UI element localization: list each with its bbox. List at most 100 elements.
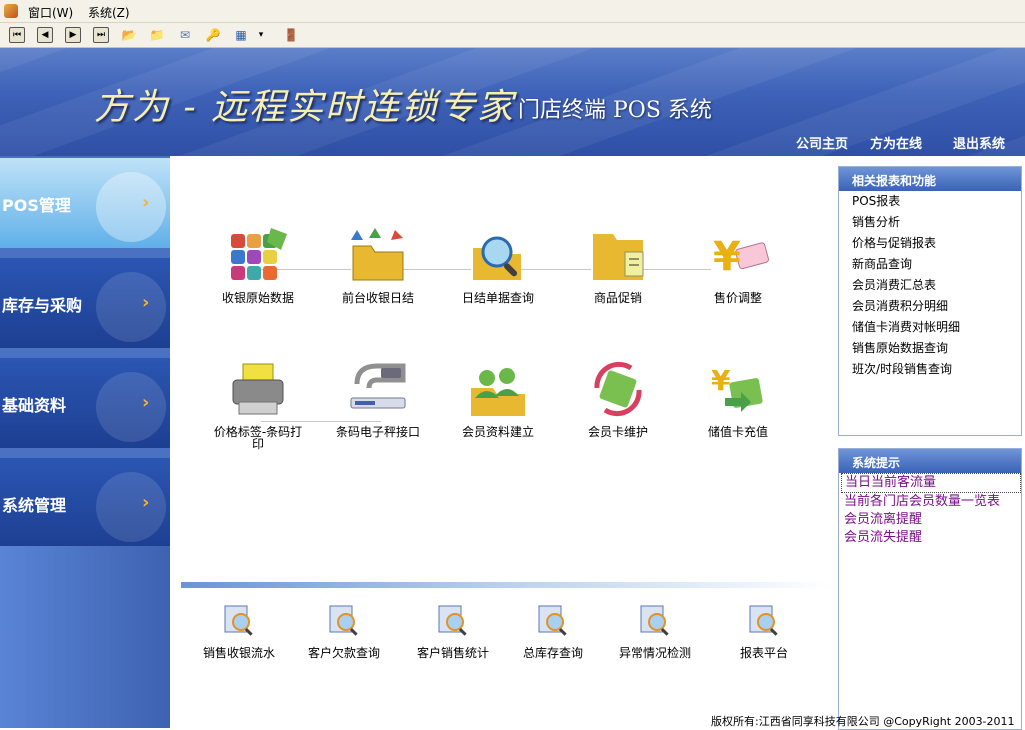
menu-system[interactable]: 系统(Z) bbox=[84, 3, 134, 22]
func-cash-raw-data[interactable]: 收银原始数据 bbox=[213, 224, 303, 304]
related-item[interactable]: 销售原始数据查询 bbox=[839, 338, 1021, 359]
last-record-icon[interactable]: ⏭ bbox=[92, 26, 110, 44]
printer-icon bbox=[227, 358, 289, 420]
func-label: 日结单据查询 bbox=[461, 291, 534, 305]
tip-item[interactable]: 会员流离提醒 bbox=[839, 511, 1021, 529]
chevron-right-icon: › bbox=[142, 192, 150, 213]
related-item[interactable]: 储值卡消费对帐明细 bbox=[839, 317, 1021, 338]
link-fangwei-online[interactable]: 方为在线 bbox=[870, 133, 922, 152]
report-label: 客户销售统计 bbox=[416, 646, 489, 660]
previous-record-icon[interactable]: ◀ bbox=[36, 26, 54, 44]
system-tips-title: 系统提示 bbox=[839, 449, 1021, 473]
brand-slogan: 方为 - 远程实时连锁专家 bbox=[94, 87, 516, 128]
window-layout-icon[interactable]: ▦ bbox=[232, 26, 250, 44]
link-company-home[interactable]: 公司主页 bbox=[796, 133, 848, 152]
exit-door-icon[interactable]: 🚪 bbox=[282, 26, 300, 44]
sidebar-item-label: 库存与采购 bbox=[2, 296, 83, 315]
func-daily-doc-query[interactable]: 日结单据查询 bbox=[453, 224, 543, 304]
related-reports-title: 相关报表和功能 bbox=[839, 167, 1021, 191]
sidebar-lower-panel bbox=[0, 546, 170, 728]
dropdown-arrow-icon[interactable]: ▾ bbox=[252, 26, 270, 44]
tip-item[interactable]: 当日当前客流量 bbox=[841, 473, 1021, 493]
related-item[interactable]: 会员消费积分明细 bbox=[839, 296, 1021, 317]
menu-window[interactable]: 窗口(W) bbox=[24, 3, 77, 22]
func-promotion[interactable]: 商品促销 bbox=[573, 224, 663, 304]
member-group-icon bbox=[467, 358, 529, 420]
sidebar: POS管理 › 库存与采购 › 基础资料 › 系统管理 › bbox=[0, 156, 170, 728]
report-sales-flow[interactable]: 销售收银流水 bbox=[191, 604, 287, 661]
chevron-right-icon: › bbox=[142, 492, 150, 513]
report-exception-check[interactable]: 异常情况检测 bbox=[607, 604, 703, 661]
chevron-right-icon: › bbox=[142, 292, 150, 313]
func-label: 收银原始数据 bbox=[221, 291, 294, 305]
folder-arrows-icon bbox=[347, 224, 409, 286]
sidebar-item-pos[interactable]: POS管理 › bbox=[0, 158, 170, 248]
sidebar-item-label: POS管理 bbox=[2, 196, 71, 215]
app-logo-icon bbox=[4, 4, 18, 18]
first-record-icon[interactable]: ⏮ bbox=[8, 26, 26, 44]
report-customer-debt[interactable]: 客户欠款查询 bbox=[296, 604, 392, 661]
key-icon[interactable]: 🔑 bbox=[204, 26, 222, 44]
sidebar-item-inventory[interactable]: 库存与采购 › bbox=[0, 258, 170, 348]
scale-connector-icon bbox=[347, 358, 409, 420]
report-label: 总库存查询 bbox=[522, 646, 583, 660]
func-member-create[interactable]: 会员资料建立 bbox=[453, 358, 543, 438]
menu-bar: 窗口(W) 系统(Z) bbox=[0, 0, 1025, 23]
right-panel: 相关报表和功能 POS报表 销售分析 价格与促销报表 新商品查询 会员消费汇总表… bbox=[835, 156, 1025, 730]
report-magnifier-icon bbox=[537, 604, 569, 636]
report-platform[interactable]: 报表平台 bbox=[716, 604, 812, 661]
copyright-footer: 版权所有:江西省同享科技有限公司 @CopyRight 2003-2011 bbox=[711, 715, 1015, 728]
related-item[interactable]: POS报表 bbox=[839, 191, 1021, 212]
svg-text:¥: ¥ bbox=[711, 364, 731, 397]
card-recharge-icon: ¥ bbox=[707, 358, 769, 420]
report-customer-sales[interactable]: 客户销售统计 bbox=[405, 604, 501, 661]
report-label: 客户欠款查询 bbox=[307, 646, 380, 660]
func-label: 条码电子秤接口 bbox=[335, 425, 420, 439]
nav-disc bbox=[96, 372, 166, 442]
related-item[interactable]: 班次/时段销售查询 bbox=[839, 359, 1021, 380]
magnifier-icon bbox=[467, 224, 529, 286]
sidebar-item-label: 基础资料 bbox=[2, 396, 67, 415]
report-label: 异常情况检测 bbox=[618, 646, 691, 660]
save-folder-icon[interactable]: 📁 bbox=[148, 26, 166, 44]
report-magnifier-icon bbox=[328, 604, 360, 636]
tip-item[interactable]: 会员流失提醒 bbox=[839, 529, 1021, 547]
sidebar-item-system[interactable]: 系统管理 › bbox=[0, 458, 170, 548]
main-content: 收银原始数据 前台收银日结 日结单据查询 商品促销 ¥ 售价调整 价格标签-条码… bbox=[171, 156, 835, 728]
nav-disc bbox=[96, 272, 166, 342]
open-folder-icon[interactable]: 📂 bbox=[120, 26, 138, 44]
related-item[interactable]: 销售分析 bbox=[839, 212, 1021, 233]
report-label: 销售收银流水 bbox=[202, 646, 275, 660]
related-item[interactable]: 新商品查询 bbox=[839, 254, 1021, 275]
nav-disc bbox=[96, 472, 166, 542]
func-label: 储值卡充值 bbox=[707, 425, 768, 439]
related-reports-box: 相关报表和功能 POS报表 销售分析 价格与促销报表 新商品查询 会员消费汇总表… bbox=[838, 166, 1022, 436]
func-label: 前台收银日结 bbox=[341, 291, 414, 305]
func-price-label-print[interactable]: 价格标签-条码打印 bbox=[213, 358, 303, 450]
folder-documents-icon bbox=[587, 224, 649, 286]
color-grid-icon bbox=[227, 224, 289, 286]
func-barcode-scale[interactable]: 条码电子秤接口 bbox=[333, 358, 423, 438]
related-item[interactable]: 会员消费汇总表 bbox=[839, 275, 1021, 296]
system-tips-box: 系统提示 当日当前客流量 当前各门店会员数量一览表 会员流离提醒 会员流失提醒 bbox=[838, 448, 1022, 730]
func-label: 售价调整 bbox=[713, 291, 762, 305]
link-exit-system[interactable]: 退出系统 bbox=[953, 133, 1005, 152]
header-banner: 方为 - 远程实时连锁专家 门店终端 POS 系统 公司主页 方为在线 退出系统 bbox=[0, 48, 1025, 156]
section-divider bbox=[181, 582, 831, 588]
report-total-inventory[interactable]: 总库存查询 bbox=[505, 604, 601, 661]
func-label: 会员资料建立 bbox=[461, 425, 534, 439]
yen-note-icon: ¥ bbox=[707, 224, 769, 286]
related-item[interactable]: 价格与促销报表 bbox=[839, 233, 1021, 254]
func-front-daily-close[interactable]: 前台收银日结 bbox=[333, 224, 423, 304]
tip-item[interactable]: 当前各门店会员数量一览表 bbox=[839, 493, 1021, 511]
report-label: 报表平台 bbox=[739, 646, 788, 660]
next-record-icon[interactable]: ▶ bbox=[64, 26, 82, 44]
system-title: 门店终端 POS 系统 bbox=[518, 98, 712, 123]
report-magnifier-icon bbox=[748, 604, 780, 636]
mail-icon[interactable]: ✉ bbox=[176, 26, 194, 44]
func-stored-card-recharge[interactable]: ¥ 储值卡充值 bbox=[693, 358, 783, 438]
func-member-card[interactable]: 会员卡维护 bbox=[573, 358, 663, 438]
chevron-right-icon: › bbox=[142, 392, 150, 413]
sidebar-item-basic-data[interactable]: 基础资料 › bbox=[0, 358, 170, 448]
func-price-adjust[interactable]: ¥ 售价调整 bbox=[693, 224, 783, 304]
